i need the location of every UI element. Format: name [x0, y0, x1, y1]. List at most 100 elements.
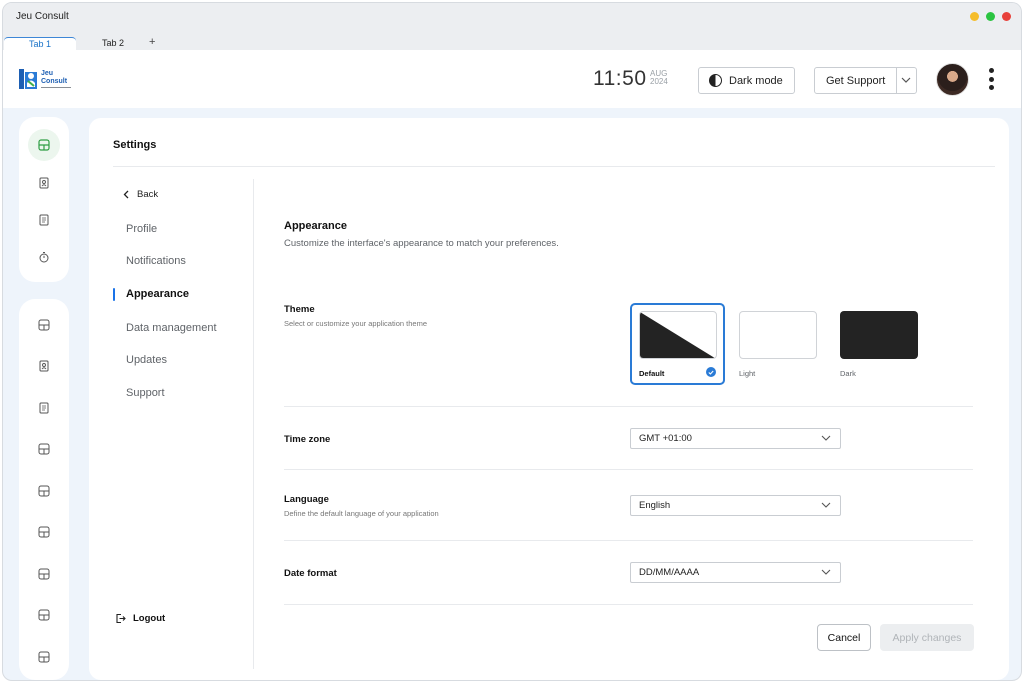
- rail-item-3[interactable]: [28, 392, 60, 424]
- rail-item-9[interactable]: [28, 641, 60, 673]
- nav-data-management[interactable]: Data management: [126, 322, 217, 334]
- language-value: English: [639, 500, 671, 511]
- clock-date: AUG 2024: [650, 69, 668, 86]
- tab-2[interactable]: Tab 2: [77, 37, 149, 50]
- theme-name-dark: Dark: [840, 369, 856, 378]
- nav-notifications[interactable]: Notifications: [126, 255, 186, 267]
- rail-contacts[interactable]: [28, 167, 60, 199]
- theme-description: Select or customize your application the…: [284, 319, 427, 328]
- logout-icon: [116, 613, 126, 624]
- nav-updates[interactable]: Updates: [126, 354, 167, 366]
- rail-item-1[interactable]: [28, 309, 60, 341]
- contact-card-icon: [39, 177, 49, 189]
- user-avatar[interactable]: [936, 63, 969, 96]
- nav-appearance[interactable]: Appearance: [126, 288, 189, 300]
- row-divider: [284, 406, 973, 407]
- rail-dashboard[interactable]: [28, 129, 60, 161]
- rail-documents[interactable]: [28, 204, 60, 236]
- date-format-label: Date format: [284, 568, 337, 579]
- brand-name: Jeu Consult: [41, 70, 68, 85]
- get-support-button[interactable]: Get Support: [814, 67, 917, 94]
- dark-mode-label: Dark mode: [729, 74, 783, 87]
- layout-icon: [38, 568, 50, 580]
- layout-icon: [38, 526, 50, 538]
- chevron-down-icon: [821, 502, 831, 508]
- timezone-value: GMT +01:00: [639, 433, 692, 444]
- back-button[interactable]: Back: [123, 189, 158, 200]
- minimize-button[interactable]: [970, 12, 979, 21]
- date-format-select[interactable]: DD/MM/AAAA: [630, 562, 841, 583]
- logout-button[interactable]: Logout: [115, 613, 165, 624]
- document-icon: [39, 402, 49, 414]
- row-divider: [284, 469, 973, 470]
- cancel-button[interactable]: Cancel: [817, 624, 871, 651]
- back-label: Back: [137, 189, 159, 200]
- check-icon: [706, 367, 716, 377]
- brand-logo[interactable]: Jeu Consult: [19, 67, 75, 93]
- chevron-down-icon[interactable]: [901, 76, 911, 84]
- logo-mark-icon: [19, 69, 37, 89]
- theme-preview-light: [739, 311, 817, 359]
- default-theme-swatch: [640, 312, 715, 358]
- title-bar: Jeu Consult: [3, 3, 1021, 33]
- rail-item-8[interactable]: [28, 599, 60, 631]
- window-controls: [970, 12, 1011, 21]
- row-divider: [284, 604, 973, 605]
- active-nav-indicator: [113, 288, 115, 301]
- rail-item-6[interactable]: [28, 516, 60, 548]
- row-divider: [284, 540, 973, 541]
- theme-option-default[interactable]: Default: [630, 303, 725, 385]
- date-format-value: DD/MM/AAAA: [639, 567, 700, 578]
- theme-name-default: Default: [639, 369, 665, 378]
- layout-icon: [38, 609, 50, 621]
- layout-icon: [38, 485, 50, 497]
- clock-time: 11:50: [593, 67, 647, 90]
- get-support-label: Get Support: [826, 75, 886, 87]
- dashboard-icon: [38, 139, 50, 151]
- split-divider: [896, 68, 897, 93]
- rail-item-2[interactable]: [28, 350, 60, 382]
- language-select[interactable]: English: [630, 495, 841, 516]
- layout-icon: [38, 443, 50, 455]
- section-title: Appearance: [284, 220, 347, 232]
- settings-panel: Settings Back Profile Notifications Appe…: [89, 118, 1009, 680]
- timer-icon: [39, 252, 49, 263]
- contrast-icon: [709, 74, 722, 87]
- tab-bar: Tab 1 Tab 2 +: [3, 33, 1021, 50]
- theme-option-dark[interactable]: Dark: [832, 303, 927, 385]
- close-button[interactable]: [1002, 12, 1011, 21]
- maximize-button[interactable]: [986, 12, 995, 21]
- rail-timer[interactable]: [28, 241, 60, 273]
- logout-label: Logout: [133, 613, 166, 624]
- rail-item-4[interactable]: [28, 433, 60, 465]
- contact-card-icon: [39, 360, 49, 372]
- layout-icon: [38, 651, 50, 663]
- new-tab-button[interactable]: +: [149, 36, 155, 48]
- theme-name-light: Light: [739, 369, 756, 378]
- theme-preview-dark: [840, 311, 918, 359]
- dark-mode-button[interactable]: Dark mode: [698, 67, 795, 94]
- rail-item-7[interactable]: [28, 558, 60, 590]
- rail-primary: [19, 117, 69, 282]
- section-subtitle: Customize the interface's appearance to …: [284, 238, 559, 249]
- divider: [113, 166, 995, 167]
- theme-option-light[interactable]: Light: [731, 303, 826, 385]
- app-header: Jeu Consult 11:50 AUG 2024 Dark mode Get S…: [3, 50, 1021, 108]
- window-title: Jeu Consult: [16, 11, 69, 22]
- timezone-select[interactable]: GMT +01:00: [630, 428, 841, 449]
- apply-changes-button[interactable]: Apply changes: [880, 624, 974, 651]
- language-description: Define the default language of your appl…: [284, 509, 439, 518]
- theme-preview-default: [639, 311, 717, 359]
- nav-support[interactable]: Support: [126, 387, 165, 399]
- rail-item-5[interactable]: [28, 475, 60, 507]
- chevron-down-icon: [821, 569, 831, 575]
- nav-divider: [253, 179, 254, 669]
- theme-label: Theme: [284, 304, 315, 315]
- language-label: Language: [284, 494, 329, 505]
- nav-profile[interactable]: Profile: [126, 223, 157, 235]
- tab-1[interactable]: Tab 1: [4, 37, 76, 50]
- more-vertical-icon[interactable]: [988, 68, 994, 90]
- chevron-left-icon: [123, 190, 129, 199]
- document-icon: [39, 214, 49, 226]
- brand-tagline-graphic: [41, 87, 71, 88]
